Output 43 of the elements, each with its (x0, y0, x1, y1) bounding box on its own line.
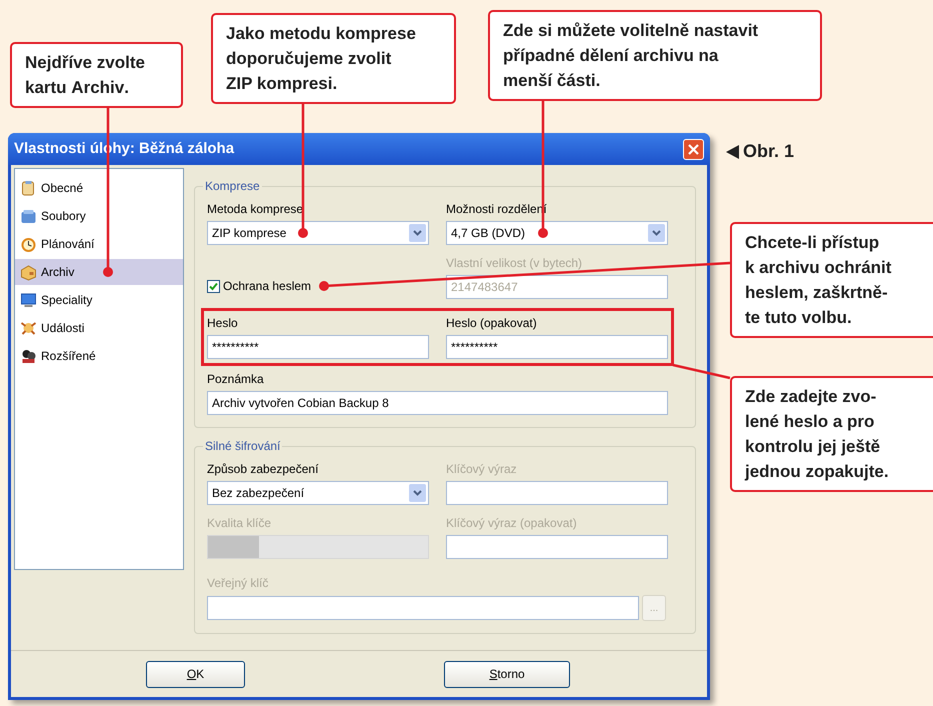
callout-text: Chcete-li přístup k archivu ochránit heslem, zaškrtně- te tuto volbu. (730, 222, 933, 338)
input-field[interactable]: Archiv vytvořen Cobian Backup 8 (207, 391, 668, 415)
sidebar-item-icon (20, 208, 37, 224)
sidebar-item[interactable]: Archiv (15, 259, 183, 285)
dropdown[interactable]: ZIP komprese (207, 221, 429, 245)
caret-icon (409, 484, 426, 502)
dialog-button[interactable]: OK (146, 660, 245, 688)
dialog-button[interactable]: Storno (444, 660, 570, 688)
callout-text: Zde si můžete volitelně nastavit případné dělení archivu na menší části. (488, 10, 822, 101)
pointer-icon (726, 144, 739, 158)
field-label: Kvalita klíče (207, 515, 272, 532)
sidebar-item-icon (20, 236, 37, 252)
close-button[interactable] (683, 138, 704, 160)
sidebar-item-icon (20, 320, 37, 336)
close-icon (688, 144, 699, 154)
figure-label: Obr. 1 (743, 140, 794, 163)
sidebar-item-icon (20, 264, 37, 280)
field-label: Heslo (opakovat) (446, 315, 538, 332)
callout-text: Zde zadejte zvo- lené heslo a pro kontrolu jej ještě jednou zopakujte. (730, 376, 933, 492)
field-label: Heslo (207, 315, 239, 332)
sidebar-item-icon (20, 180, 37, 196)
caret-icon (409, 224, 426, 242)
leader-line (672, 364, 730, 380)
sidebar-item-icon (20, 292, 37, 308)
check-icon (209, 282, 218, 290)
callout-text: Jako metodu komprese doporučujeme zvolit ZIP kompresi. (211, 13, 456, 104)
field-label: Vlastní velikost (v bytech) (446, 255, 584, 272)
field-label: Metoda komprese (207, 201, 304, 218)
sidebar-item-icon (20, 348, 37, 364)
dropdown[interactable]: Bez zabezpečení (207, 481, 429, 505)
field-label: Veřejný klíč (207, 575, 270, 592)
dropdown[interactable]: 4,7 GB (DVD) (446, 221, 668, 245)
input-field[interactable]: ********** (446, 335, 668, 359)
callout-text: Nejdříve zvolte kartu Archiv. (10, 42, 183, 108)
checkbox[interactable] (207, 280, 220, 292)
caret-icon (648, 224, 665, 242)
group-title: Komprese (203, 179, 262, 194)
field-label: Klíčový výraz (opakovat) (446, 515, 578, 532)
field-label: Klíčový výraz (446, 461, 518, 478)
field-label: Způsob zabezpečení (207, 461, 320, 478)
input-field[interactable]: ********** (207, 335, 429, 359)
field-label: Poznámka (207, 371, 265, 388)
password-checkbox[interactable]: Ochrana heslem (207, 277, 312, 295)
